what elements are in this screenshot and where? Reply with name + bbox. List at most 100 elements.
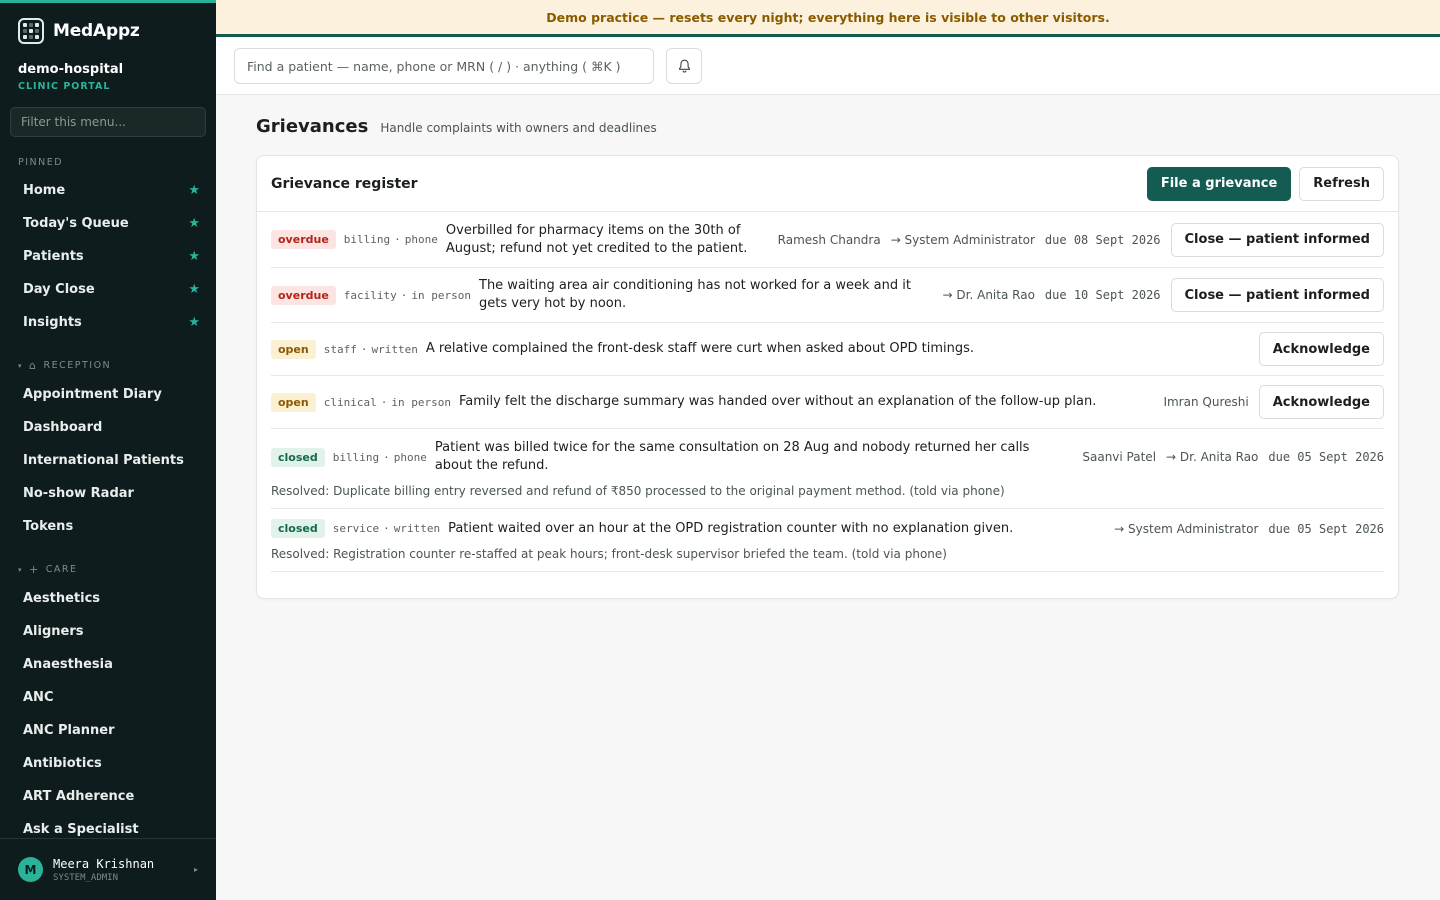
org-subtitle: CLINIC PORTAL	[18, 81, 111, 92]
user-role: SYSTEM_ADMIN	[53, 872, 119, 883]
grievance-row: overdue billing · phone Overbilled for pha…	[271, 212, 1384, 268]
due-date: due 05 Sept 2026	[1268, 450, 1384, 464]
sidebar-item-aligners[interactable]: Aligners	[0, 615, 216, 648]
reception-label: RECEPTION	[43, 360, 112, 371]
header-actions: File a grievance Refresh	[1146, 166, 1384, 201]
sidebar-item-label: Antibiotics	[23, 756, 102, 771]
category-channel: facility · in person	[343, 288, 471, 302]
patient-search-input[interactable]	[234, 48, 654, 84]
status-badge: closed	[271, 447, 325, 467]
row-details: Ramesh Chandra → System Administrator du…	[777, 222, 1384, 257]
owner-assignee: → System Administrator	[890, 232, 1035, 247]
category: service	[332, 522, 380, 535]
category: billing	[332, 450, 380, 464]
row-main: closed service · written Patient waited ov…	[271, 519, 1384, 538]
sidebar-item-label: Aligners	[23, 624, 84, 639]
grievance-description: Overbilled for pharmacy items on the 30t…	[445, 222, 748, 256]
sidebar-item-label: International Patients	[23, 453, 184, 468]
sidebar-item-label: No-show Radar	[23, 486, 134, 501]
grievance-list: overdue billing · phone Overbilled for pha…	[257, 212, 1398, 572]
card-title: Grievance register	[271, 175, 418, 192]
caret-down-icon: ▾	[18, 361, 24, 370]
grievance-description: A relative complained the front-desk sta…	[425, 341, 975, 356]
sidebar-item-label: Ask a Specialist	[23, 822, 139, 837]
star-icon[interactable]: ★	[188, 315, 200, 330]
sidebar-item-art-adherence[interactable]: ART Adherence	[0, 780, 216, 813]
pinned-list: Home ★ Today's Queue ★ Patients ★ Day Close…	[0, 174, 216, 339]
star-icon[interactable]: ★	[188, 249, 200, 264]
close-patient-informed-button[interactable]: Close — patient informed	[1170, 222, 1384, 257]
star-icon[interactable]: ★	[188, 282, 200, 297]
status-badge: open	[271, 339, 316, 359]
resolution-note: Resolved: Registration counter re-staffe…	[271, 547, 947, 561]
category: staff	[323, 342, 357, 356]
patient-name: Ramesh Chandra	[777, 232, 881, 247]
sidebar-item-home[interactable]: Home ★	[0, 174, 216, 207]
star-icon[interactable]: ★	[188, 216, 200, 231]
category: clinical	[323, 395, 377, 409]
sidebar-item-international-patients[interactable]: International Patients	[0, 444, 216, 477]
sidebar-item-label: Patients	[23, 249, 84, 264]
demo-banner: Demo practice — resets every night; ever…	[216, 0, 1440, 37]
care-list: Aesthetics Aligners Anaesthesia ANC ANC …	[0, 582, 216, 846]
patient-name: Saanvi Patel	[1082, 450, 1157, 464]
sidebar-item-anaesthesia[interactable]: Anaesthesia	[0, 648, 216, 681]
brand[interactable]: MedAppz	[0, 3, 216, 59]
sidebar: MedAppz demo-hospital CLINIC PORTAL PINN…	[0, 0, 216, 900]
refresh-button[interactable]: Refresh	[1299, 166, 1384, 201]
owner-assignee: → Dr. Anita Rao	[942, 288, 1035, 302]
page-title: Grievances	[256, 116, 369, 137]
acknowledge-button[interactable]: Acknowledge	[1258, 332, 1384, 366]
sidebar-item-anc-planner[interactable]: ANC Planner	[0, 714, 216, 747]
avatar: M	[18, 857, 43, 882]
sidebar-item-label: Insights	[23, 315, 82, 330]
sidebar-item-patients[interactable]: Patients ★	[0, 240, 216, 273]
category-channel: staff · written	[323, 342, 418, 356]
status-badge: open	[271, 392, 316, 412]
menu-filter-input[interactable]	[10, 107, 206, 137]
card-header: Grievance register File a grievance Refr…	[257, 156, 1398, 212]
grievance-description: Family felt the discharge summary was ha…	[458, 394, 1097, 409]
care-label: CARE	[45, 564, 78, 575]
page-subtitle: Handle complaints with owners and deadli…	[380, 121, 657, 135]
sidebar-item-label: ANC Planner	[23, 723, 115, 738]
due-date: due 08 Sept 2026	[1044, 232, 1161, 247]
section-label-reception[interactable]: ▾ ⌂ RECEPTION	[0, 339, 216, 378]
org-name: demo-hospital	[18, 62, 124, 77]
page-header: Grievances Handle complaints with owners…	[256, 116, 657, 137]
sidebar-item-tokens[interactable]: Tokens	[0, 510, 216, 543]
sidebar-item-day-close[interactable]: Day Close ★	[0, 273, 216, 306]
status-badge: overdue	[271, 285, 336, 305]
sidebar-item-todays-queue[interactable]: Today's Queue ★	[0, 207, 216, 240]
sidebar-item-aesthetics[interactable]: Aesthetics	[0, 582, 216, 615]
close-patient-informed-button[interactable]: Close — patient informed	[1170, 278, 1384, 312]
category-channel: billing · phone	[332, 450, 427, 464]
sidebar-item-label: Dashboard	[23, 420, 103, 435]
user-menu[interactable]: M Meera Krishnan SYSTEM_ADMIN ▸	[0, 838, 216, 900]
grievance-row: closed billing · phone Patient was billed …	[271, 429, 1384, 509]
app-logo-icon	[18, 18, 44, 44]
grievance-description: The waiting area air conditioning has no…	[479, 278, 911, 311]
sidebar-item-label: Home	[23, 183, 66, 198]
sidebar-item-appointment-diary[interactable]: Appointment Diary	[0, 378, 216, 411]
star-icon[interactable]: ★	[188, 183, 200, 198]
category-channel: clinical · in person	[323, 395, 451, 409]
status-badge: overdue	[271, 230, 336, 249]
grievance-description: Patient was billed twice for the same co…	[434, 440, 1030, 473]
acknowledge-button[interactable]: Acknowledge	[1258, 385, 1384, 419]
notifications-button[interactable]	[666, 48, 702, 84]
file-grievance-button[interactable]: File a grievance	[1146, 166, 1292, 201]
patient-name: Imran Qureshi	[1163, 395, 1249, 409]
row-main: open clinical · in person Family felt the …	[271, 385, 1384, 419]
resolution-note: Resolved: Duplicate billing entry revers…	[271, 484, 1005, 498]
sidebar-item-anc[interactable]: ANC	[0, 681, 216, 714]
sidebar-item-insights[interactable]: Insights ★	[0, 306, 216, 339]
sidebar-item-antibiotics[interactable]: Antibiotics	[0, 747, 216, 780]
org-info: demo-hospital CLINIC PORTAL	[0, 59, 216, 92]
sidebar-item-label: Day Close	[23, 282, 95, 297]
category-channel: service · written	[332, 522, 441, 535]
row-details: → System Administrator due 05 Sept 2026	[1114, 522, 1384, 536]
sidebar-item-no-show-radar[interactable]: No-show Radar	[0, 477, 216, 510]
section-label-care[interactable]: ▾ + CARE	[0, 543, 216, 582]
sidebar-item-dashboard[interactable]: Dashboard	[0, 411, 216, 444]
